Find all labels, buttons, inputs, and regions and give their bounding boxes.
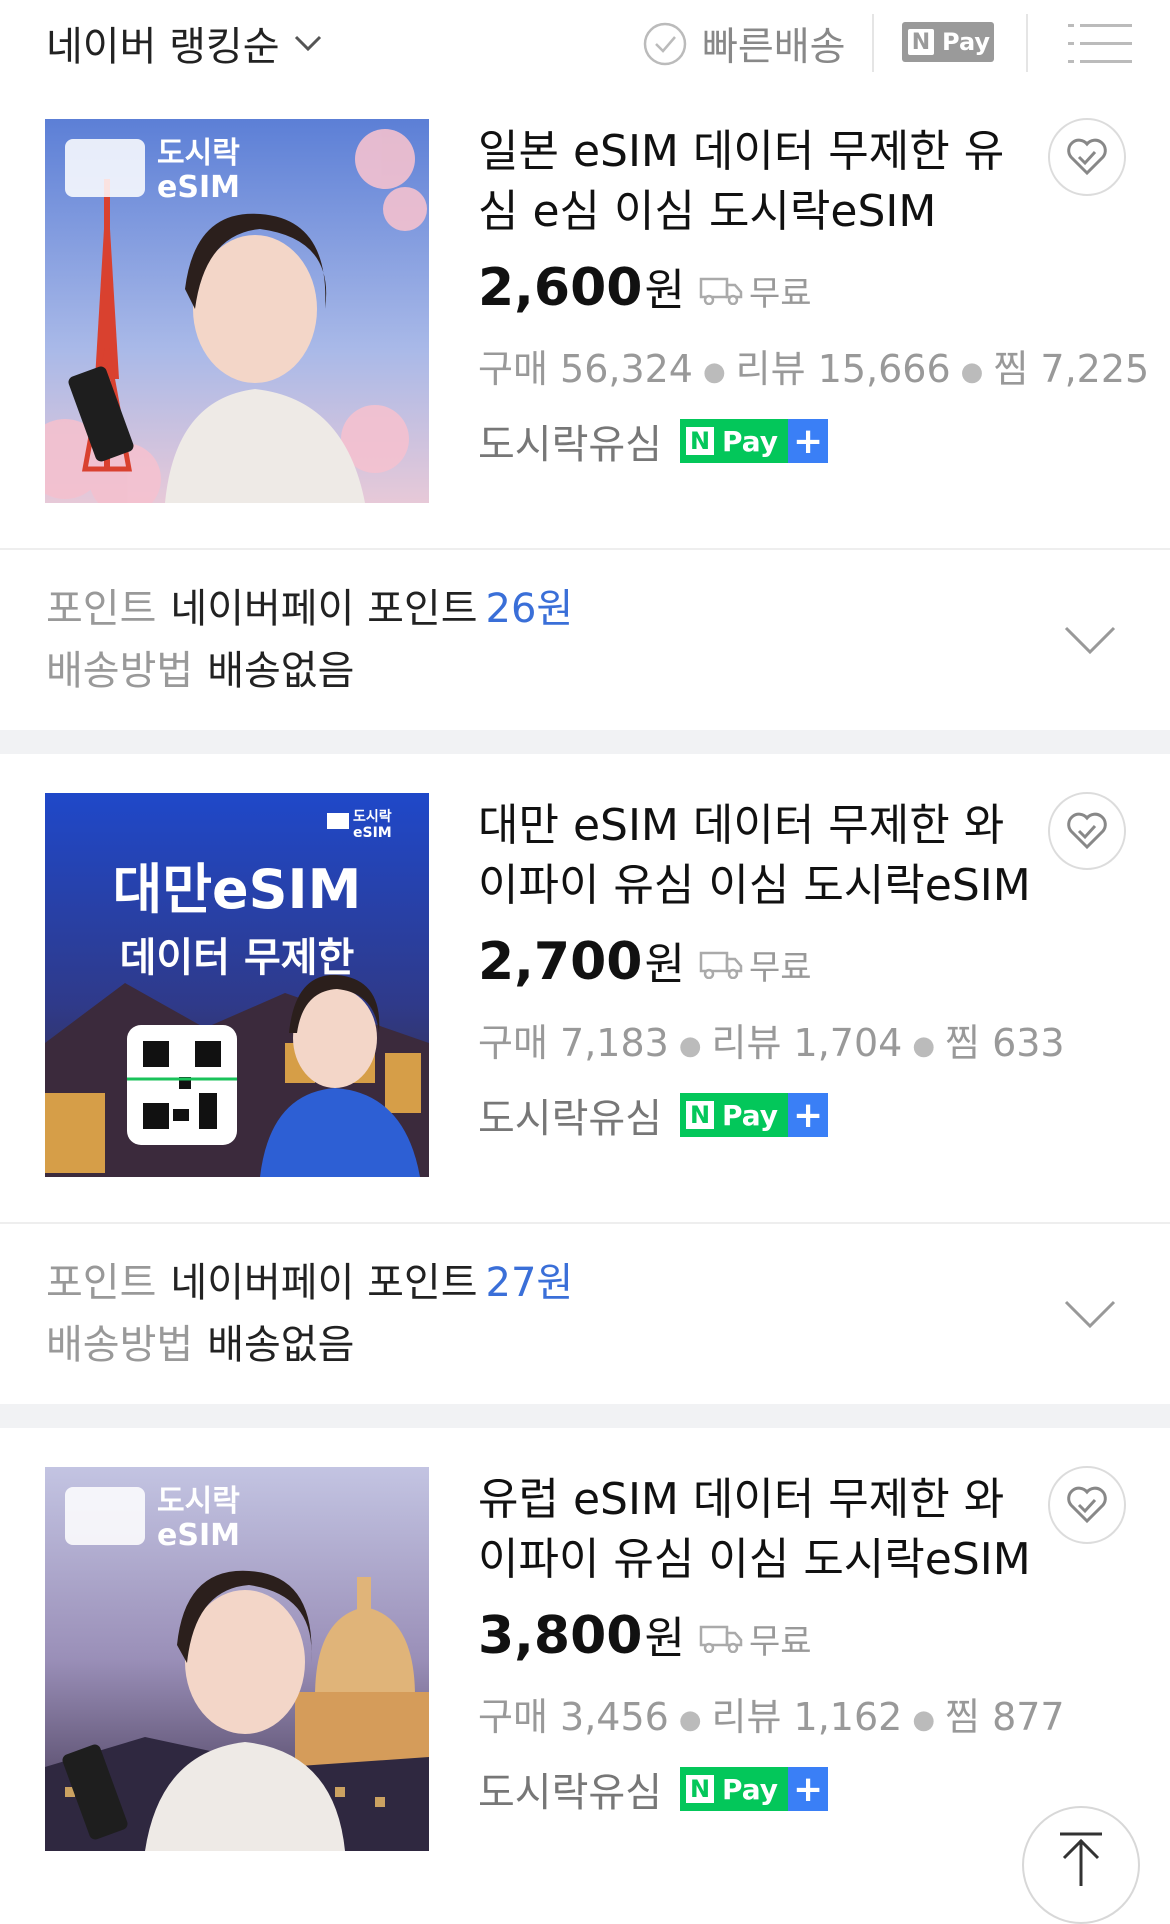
heart-icon xyxy=(1067,812,1107,850)
product-thumbnail[interactable]: 도시락 eSIM xyxy=(45,119,429,503)
thumb-brand-text: 도시락 eSIM xyxy=(353,809,392,841)
thumb-brand-text: 도시락 eSIM xyxy=(157,136,240,205)
fast-delivery-filter[interactable]: 빠른배송 xyxy=(642,16,846,72)
fast-delivery-label: 빠른배송 xyxy=(702,25,846,70)
seller-row: 도시락유심 N Pay + xyxy=(478,1086,829,1144)
divider xyxy=(0,1222,1170,1224)
sort-dropdown[interactable]: 네이버 랭킹순 xyxy=(46,14,326,72)
product-title[interactable]: 대만 eSIM 데이터 무제한 와이파이 유심 이심 도시락eSIM xyxy=(478,796,1038,916)
npay-filter-button[interactable]: N Pay xyxy=(902,22,994,62)
product-stats: 구매 3,456 ● 리뷰 1,162 ● 찜 877 xyxy=(478,1695,1065,1739)
divider xyxy=(0,548,1170,550)
truck-icon xyxy=(699,951,743,979)
truck-icon xyxy=(699,1625,743,1653)
npay-n-logo: N xyxy=(908,29,934,55)
scroll-to-top-button[interactable] xyxy=(1022,1806,1140,1924)
product-price: 2,700 원 무료 xyxy=(478,932,812,992)
divider xyxy=(1026,14,1028,72)
chevron-down-icon xyxy=(294,35,321,52)
seller-name[interactable]: 도시락유심 xyxy=(478,412,662,470)
product-stats: 구매 7,183 ● 리뷰 1,704 ● 찜 633 xyxy=(478,1021,1065,1065)
seller-row: 도시락유심 N Pay + xyxy=(478,1760,829,1818)
heart-icon xyxy=(1067,1486,1107,1524)
chevron-down-icon[interactable] xyxy=(1062,622,1118,658)
check-circle-icon xyxy=(643,22,687,66)
divider xyxy=(872,14,874,72)
thumb-subline: 데이터 무제한 xyxy=(119,935,355,981)
wish-button[interactable] xyxy=(1048,792,1126,870)
seller-name[interactable]: 도시락유심 xyxy=(478,1760,662,1818)
list-view-icon[interactable] xyxy=(1068,20,1132,68)
shipping-info: 무료 xyxy=(699,1614,812,1663)
seller-name[interactable]: 도시락유심 xyxy=(478,1086,662,1144)
npay-plus-badge: N Pay + xyxy=(680,1767,829,1811)
product-extra-info: 포인트 네이버페이 포인트 26원 배송방법 배송없음 xyxy=(46,586,574,694)
top-filter-bar: 네이버 랭킹순 빠른배송 N Pay xyxy=(0,0,1170,86)
product-price: 3,800 원 무료 xyxy=(478,1606,812,1666)
product-thumbnail[interactable]: 도시락 eSIM xyxy=(45,1467,429,1851)
shipping-info: 무료 xyxy=(699,266,812,315)
npay-filter-label: Pay xyxy=(942,28,991,56)
section-separator xyxy=(0,730,1170,754)
thumb-brand-text: 도시락 eSIM xyxy=(157,1484,240,1553)
product-extra-info: 포인트 네이버페이 포인트 27원 배송방법 배송없음 xyxy=(46,1260,574,1368)
chevron-down-icon[interactable] xyxy=(1062,1296,1118,1332)
wish-button[interactable] xyxy=(1048,1466,1126,1544)
product-title[interactable]: 유럽 eSIM 데이터 무제한 와이파이 유심 이심 도시락eSIM xyxy=(478,1470,1038,1590)
sort-label: 네이버 랭킹순 xyxy=(46,24,280,70)
arrow-up-icon xyxy=(1060,1832,1102,1886)
thumb-headline: 대만eSIM xyxy=(112,858,362,921)
wish-button[interactable] xyxy=(1048,118,1126,196)
product-thumbnail[interactable]: 대만eSIM 데이터 무제한 도시락 eSIM xyxy=(45,793,429,1177)
npay-plus-badge: N Pay + xyxy=(680,419,829,463)
section-separator xyxy=(0,1404,1170,1428)
shipping-info: 무료 xyxy=(699,940,812,989)
product-title[interactable]: 일본 eSIM 데이터 무제한 유심 e심 이심 도시락eSIM xyxy=(478,122,1038,242)
npay-plus-badge: N Pay + xyxy=(680,1093,829,1137)
seller-row: 도시락유심 N Pay + xyxy=(478,412,829,470)
heart-icon xyxy=(1067,138,1107,176)
truck-icon xyxy=(699,277,743,305)
product-price: 2,600 원 무료 xyxy=(478,258,812,318)
product-stats: 구매 56,324 ● 리뷰 15,666 ● 찜 7,225 xyxy=(478,347,1150,391)
